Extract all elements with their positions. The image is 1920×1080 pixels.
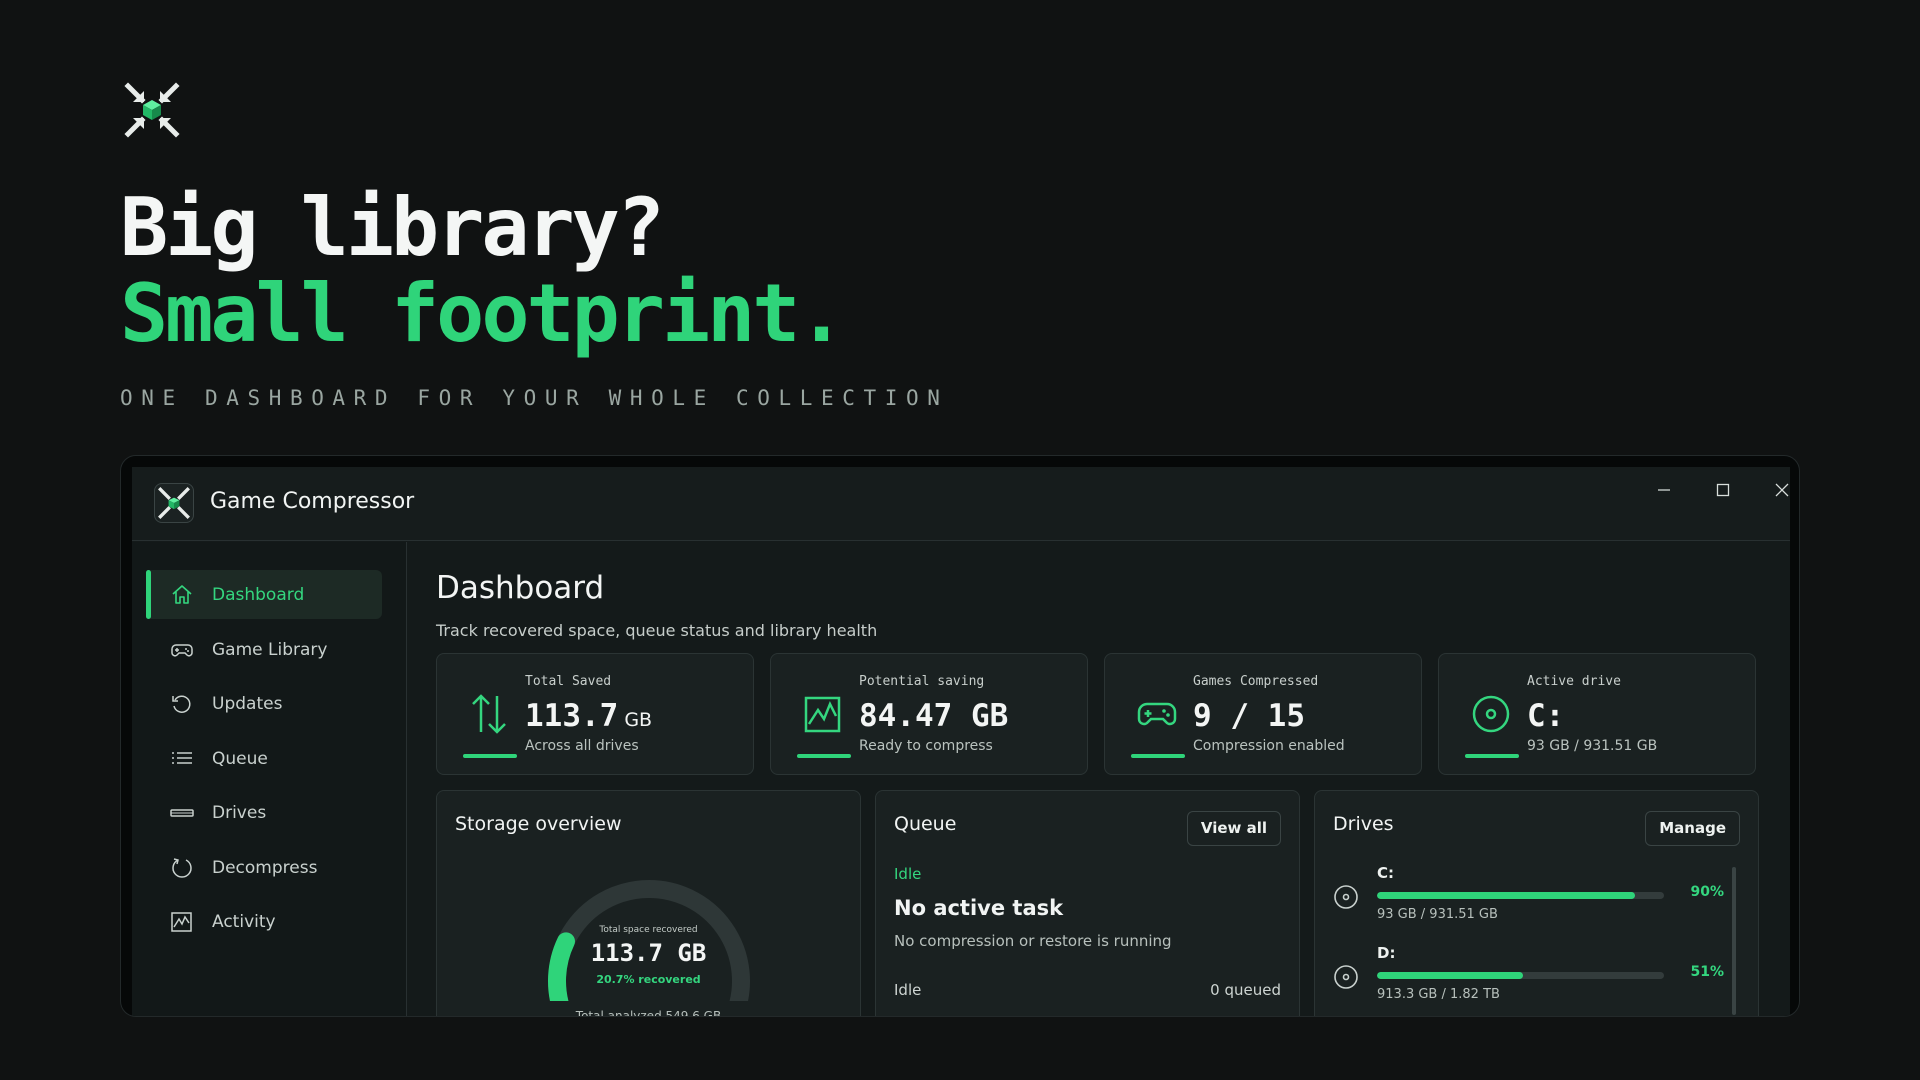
- sidebar: Dashboard Game Library Updates Queue Dri…: [132, 542, 407, 1016]
- drive-row-c[interactable]: C: 90% 93 GB / 931.51 GB: [1329, 864, 1729, 934]
- stat-subtext: Compression enabled: [1193, 738, 1345, 754]
- drive-usage-percent: 51%: [1690, 964, 1724, 980]
- queue-panel: Queue View all Idle No active task No co…: [875, 790, 1300, 1016]
- hero-headline: Big library?: [120, 181, 665, 274]
- drive-usage-bar: [1377, 892, 1664, 899]
- queue-heading: No active task: [894, 896, 1064, 920]
- sidebar-item-label: Game Library: [212, 639, 328, 660]
- stat-value: 9 / 15: [1193, 698, 1305, 734]
- page-subtitle: Track recovered space, queue status and …: [436, 621, 878, 640]
- drives-panel: Drives Manage C: 90% 93 GB / 931.51 GB D…: [1314, 790, 1759, 1016]
- panel-title: Drives: [1333, 813, 1394, 835]
- title-bar: Game Compressor: [132, 467, 1790, 541]
- drives-scrollbar[interactable]: [1732, 867, 1736, 1015]
- drive-size: 93 GB / 931.51 GB: [1377, 907, 1498, 922]
- refresh-icon: [172, 695, 191, 713]
- app-title: Game Compressor: [210, 489, 415, 514]
- stat-value: 113.7 GB: [525, 698, 653, 734]
- list-icon: [172, 751, 192, 764]
- transfer-arrows-icon: [472, 694, 506, 734]
- stat-accent-bar: [463, 754, 517, 758]
- manage-button[interactable]: Manage: [1645, 811, 1740, 846]
- panel-title: Storage overview: [455, 813, 622, 835]
- drive-icon: [170, 808, 194, 817]
- sidebar-item-decompress[interactable]: Decompress: [146, 843, 382, 892]
- gauge-value: 113.7 GB: [590, 939, 707, 967]
- sidebar-item-activity[interactable]: Activity: [146, 897, 382, 946]
- stat-subtext: Across all drives: [525, 738, 639, 754]
- stat-card-potential-saving: Potential saving 84.47 GB Ready to compr…: [770, 653, 1088, 775]
- sidebar-item-updates[interactable]: Updates: [146, 679, 382, 728]
- stat-card-total-saved: Total Saved 113.7 GB Across all drives: [436, 653, 754, 775]
- disc-icon: [1334, 885, 1358, 909]
- close-button[interactable]: [1760, 475, 1799, 505]
- stat-label: Active drive: [1527, 674, 1621, 689]
- stat-card-active-drive: Active drive C: 93 GB / 931.51 GB: [1438, 653, 1756, 775]
- sidebar-item-drives[interactable]: Drives: [146, 788, 382, 837]
- activity-chart-icon: [171, 911, 192, 932]
- queue-footer-status: Idle: [894, 981, 922, 999]
- compress-logo-icon: [124, 82, 180, 138]
- gamepad-icon: [1137, 702, 1177, 726]
- queue-status: Idle: [894, 865, 922, 883]
- close-icon: [1775, 483, 1789, 497]
- hero-tagline: ONE DASHBOARD FOR YOUR WHOLE COLLECTION: [120, 386, 949, 410]
- stat-unit: GB: [624, 709, 653, 731]
- stat-accent-bar: [1131, 754, 1185, 758]
- gauge-percent: 20.7% recovered: [596, 973, 701, 986]
- maximize-button[interactable]: [1701, 475, 1745, 505]
- minimize-icon: [1658, 489, 1670, 491]
- drive-name: C:: [1377, 864, 1395, 882]
- chart-icon: [804, 696, 841, 733]
- gauge-caption: Total space recovered: [599, 925, 698, 935]
- hero-headline-accent: Small footprint.: [120, 267, 846, 360]
- drive-usage-fill: [1377, 972, 1524, 979]
- sidebar-item-label: Queue: [212, 748, 268, 769]
- maximize-icon: [1716, 483, 1730, 497]
- app-window: Game Compressor Dashboard Game Library U…: [132, 467, 1790, 1017]
- drive-usage-percent: 90%: [1690, 884, 1724, 900]
- gamepad-icon: [171, 643, 193, 656]
- stat-value: 84.47 GB: [859, 698, 1009, 734]
- drive-row-d[interactable]: D: 51% 913.3 GB / 1.82 TB: [1329, 944, 1729, 1014]
- minimize-button[interactable]: [1642, 475, 1686, 505]
- stat-subtext: Ready to compress: [859, 738, 993, 754]
- app-icon: [154, 483, 194, 523]
- stat-accent-bar: [1465, 754, 1519, 758]
- stat-value: C:: [1527, 698, 1565, 734]
- storage-overview-panel: Storage overview Total space recovered 1…: [436, 790, 861, 1017]
- home-icon: [172, 584, 192, 604]
- app-frame: Game Compressor Dashboard Game Library U…: [120, 455, 1800, 1017]
- drive-size: 913.3 GB / 1.82 TB: [1377, 987, 1500, 1002]
- stat-accent-bar: [797, 754, 851, 758]
- sidebar-item-label: Dashboard: [212, 584, 305, 605]
- main-content: Dashboard Track recovered space, queue s…: [408, 542, 1790, 1017]
- stat-label: Total Saved: [525, 674, 612, 689]
- stat-subtext: 93 GB / 931.51 GB: [1527, 738, 1658, 754]
- disc-icon: [1334, 965, 1358, 989]
- drive-usage-fill: [1377, 892, 1636, 899]
- drive-usage-bar: [1377, 972, 1664, 979]
- sidebar-item-label: Decompress: [212, 857, 318, 878]
- sidebar-item-label: Activity: [212, 911, 276, 932]
- queue-description: No compression or restore is running: [894, 932, 1172, 950]
- stat-label: Potential saving: [859, 674, 985, 689]
- sidebar-item-queue[interactable]: Queue: [146, 734, 382, 783]
- queue-count: 0 queued: [1210, 981, 1281, 999]
- panel-title: Queue: [894, 813, 957, 835]
- sidebar-item-label: Updates: [212, 693, 283, 714]
- storage-footer: Total analyzed 549.6 GB: [575, 1009, 722, 1017]
- view-all-button[interactable]: View all: [1186, 811, 1281, 846]
- compress-logo-icon: [158, 487, 190, 519]
- disc-icon: [1472, 695, 1510, 733]
- sidebar-item-label: Drives: [212, 802, 267, 823]
- stat-label: Games Compressed: [1193, 674, 1319, 689]
- page-title: Dashboard: [436, 570, 605, 606]
- restore-icon: [172, 857, 192, 878]
- drive-name: D:: [1377, 944, 1396, 962]
- sidebar-item-dashboard[interactable]: Dashboard: [146, 570, 382, 619]
- stat-card-games-compressed: Games Compressed 9 / 15 Compression enab…: [1104, 653, 1422, 775]
- sidebar-item-game-library[interactable]: Game Library: [146, 625, 382, 674]
